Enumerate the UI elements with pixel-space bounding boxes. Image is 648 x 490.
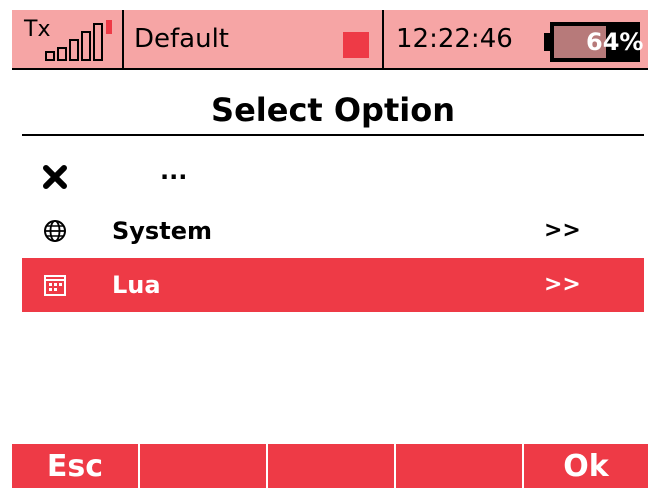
list-item-system[interactable]: System >> xyxy=(22,204,644,258)
status-bar: Tx Default 12:22:46 64% xyxy=(12,10,648,70)
battery-indicator: 64% xyxy=(544,22,644,62)
softkey-3[interactable] xyxy=(268,444,394,488)
list-item-label: System xyxy=(112,217,212,245)
esc-button[interactable]: Esc xyxy=(12,444,138,488)
submenu-arrow: >> xyxy=(544,218,581,243)
option-list: ... System >> Lua >> xyxy=(22,150,644,312)
list-item-back[interactable]: ... xyxy=(22,150,644,204)
status-divider xyxy=(382,10,384,68)
close-icon xyxy=(43,165,67,189)
clock: 12:22:46 xyxy=(396,24,513,54)
softkey-4[interactable] xyxy=(396,444,522,488)
signal-strength-icon xyxy=(45,20,112,61)
ok-button[interactable]: Ok xyxy=(524,444,648,488)
page-title: Select Option xyxy=(211,91,455,129)
title-divider xyxy=(22,134,644,136)
list-item-label: Lua xyxy=(112,271,161,299)
globe-icon xyxy=(44,220,66,242)
list-item-label: ... xyxy=(160,157,188,185)
submenu-arrow: >> xyxy=(544,272,581,297)
battery-percent: 64% xyxy=(586,28,644,56)
softkey-2[interactable] xyxy=(140,444,266,488)
calendar-grid-icon xyxy=(44,275,66,296)
model-name: Default xyxy=(134,24,229,54)
status-divider xyxy=(122,10,124,68)
softkey-bar: Esc Ok xyxy=(12,444,648,488)
status-indicator xyxy=(343,32,369,58)
list-item-lua[interactable]: Lua >> xyxy=(22,258,644,312)
